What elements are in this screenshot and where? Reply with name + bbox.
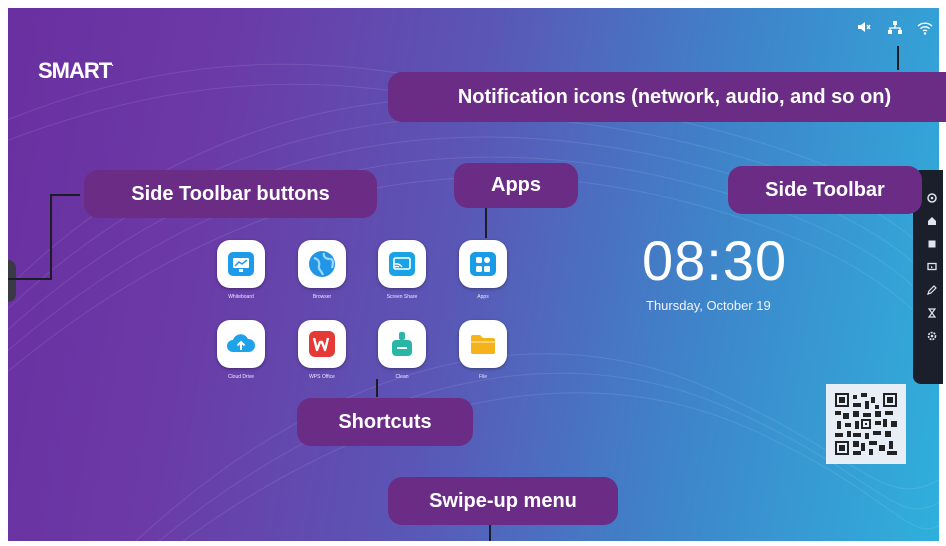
app-label: Whiteboard [228, 294, 254, 300]
app-label: WPS Office [309, 374, 335, 380]
side-toolbar-left-handle[interactable] [8, 260, 16, 302]
gear-icon[interactable] [927, 328, 937, 341]
notification-connector [897, 46, 899, 70]
app-screen-share[interactable]: Screen Share [376, 240, 428, 300]
app-label: Apps [477, 294, 489, 300]
app-label: Browser [312, 294, 332, 300]
qr-code [826, 384, 906, 464]
side-toolbar-buttons-connector-h2 [8, 278, 52, 280]
cloud-upload-icon [217, 320, 265, 368]
callout-shortcuts: Shortcuts [297, 398, 473, 446]
whiteboard-icon [217, 240, 265, 288]
wifi-icon[interactable] [917, 20, 933, 36]
network-icon[interactable] [887, 20, 903, 36]
callout-side-toolbar: Side Toolbar [728, 166, 922, 214]
app-label: Cloud Drive [227, 374, 255, 380]
app-whiteboard[interactable]: Whiteboard [215, 240, 267, 300]
screen-share-icon [378, 240, 426, 288]
callout-notification-icons: Notification icons (network, audio, and … [388, 72, 946, 122]
settings-icon[interactable] [927, 190, 937, 203]
app-file[interactable]: File [457, 320, 509, 380]
file-folder-icon [459, 320, 507, 368]
side-toolbar-buttons-connector-v [50, 194, 52, 279]
side-toolbar-buttons-connector-h [50, 194, 80, 196]
apps-icon [459, 240, 507, 288]
shortcuts-connector [376, 379, 378, 397]
home-icon[interactable] [927, 213, 937, 225]
hourglass-icon[interactable] [927, 305, 937, 318]
app-apps[interactable]: Apps [457, 240, 509, 300]
square-icon[interactable] [927, 236, 937, 248]
browser-icon [298, 240, 346, 288]
mute-icon[interactable] [857, 20, 873, 36]
app-cloud-drive[interactable]: Cloud Drive [215, 320, 267, 380]
app-clean[interactable]: Clean [376, 320, 428, 380]
callout-swipe-up-menu: Swipe-up menu [388, 477, 618, 525]
app-label: File [478, 374, 488, 380]
wps-office-icon [298, 320, 346, 368]
app-browser[interactable]: Browser [296, 240, 348, 300]
clean-icon [378, 320, 426, 368]
apps-connector [485, 208, 487, 238]
app-label: Clean [395, 374, 409, 380]
callout-side-toolbar-buttons: Side Toolbar buttons [84, 170, 377, 218]
swipe-up-connector [489, 525, 491, 541]
clock-time: 08:30 [642, 229, 788, 292]
edit-icon[interactable] [927, 282, 937, 295]
app-label: Screen Share [386, 294, 418, 300]
app-wps-office[interactable]: WPS Office [296, 320, 348, 380]
clock-date: Thursday, October 19 [646, 298, 771, 313]
screen-icon[interactable] [927, 259, 937, 271]
callout-apps: Apps [454, 163, 578, 208]
smart-logo: SMART. [38, 58, 113, 83]
notification-icons [857, 20, 933, 36]
